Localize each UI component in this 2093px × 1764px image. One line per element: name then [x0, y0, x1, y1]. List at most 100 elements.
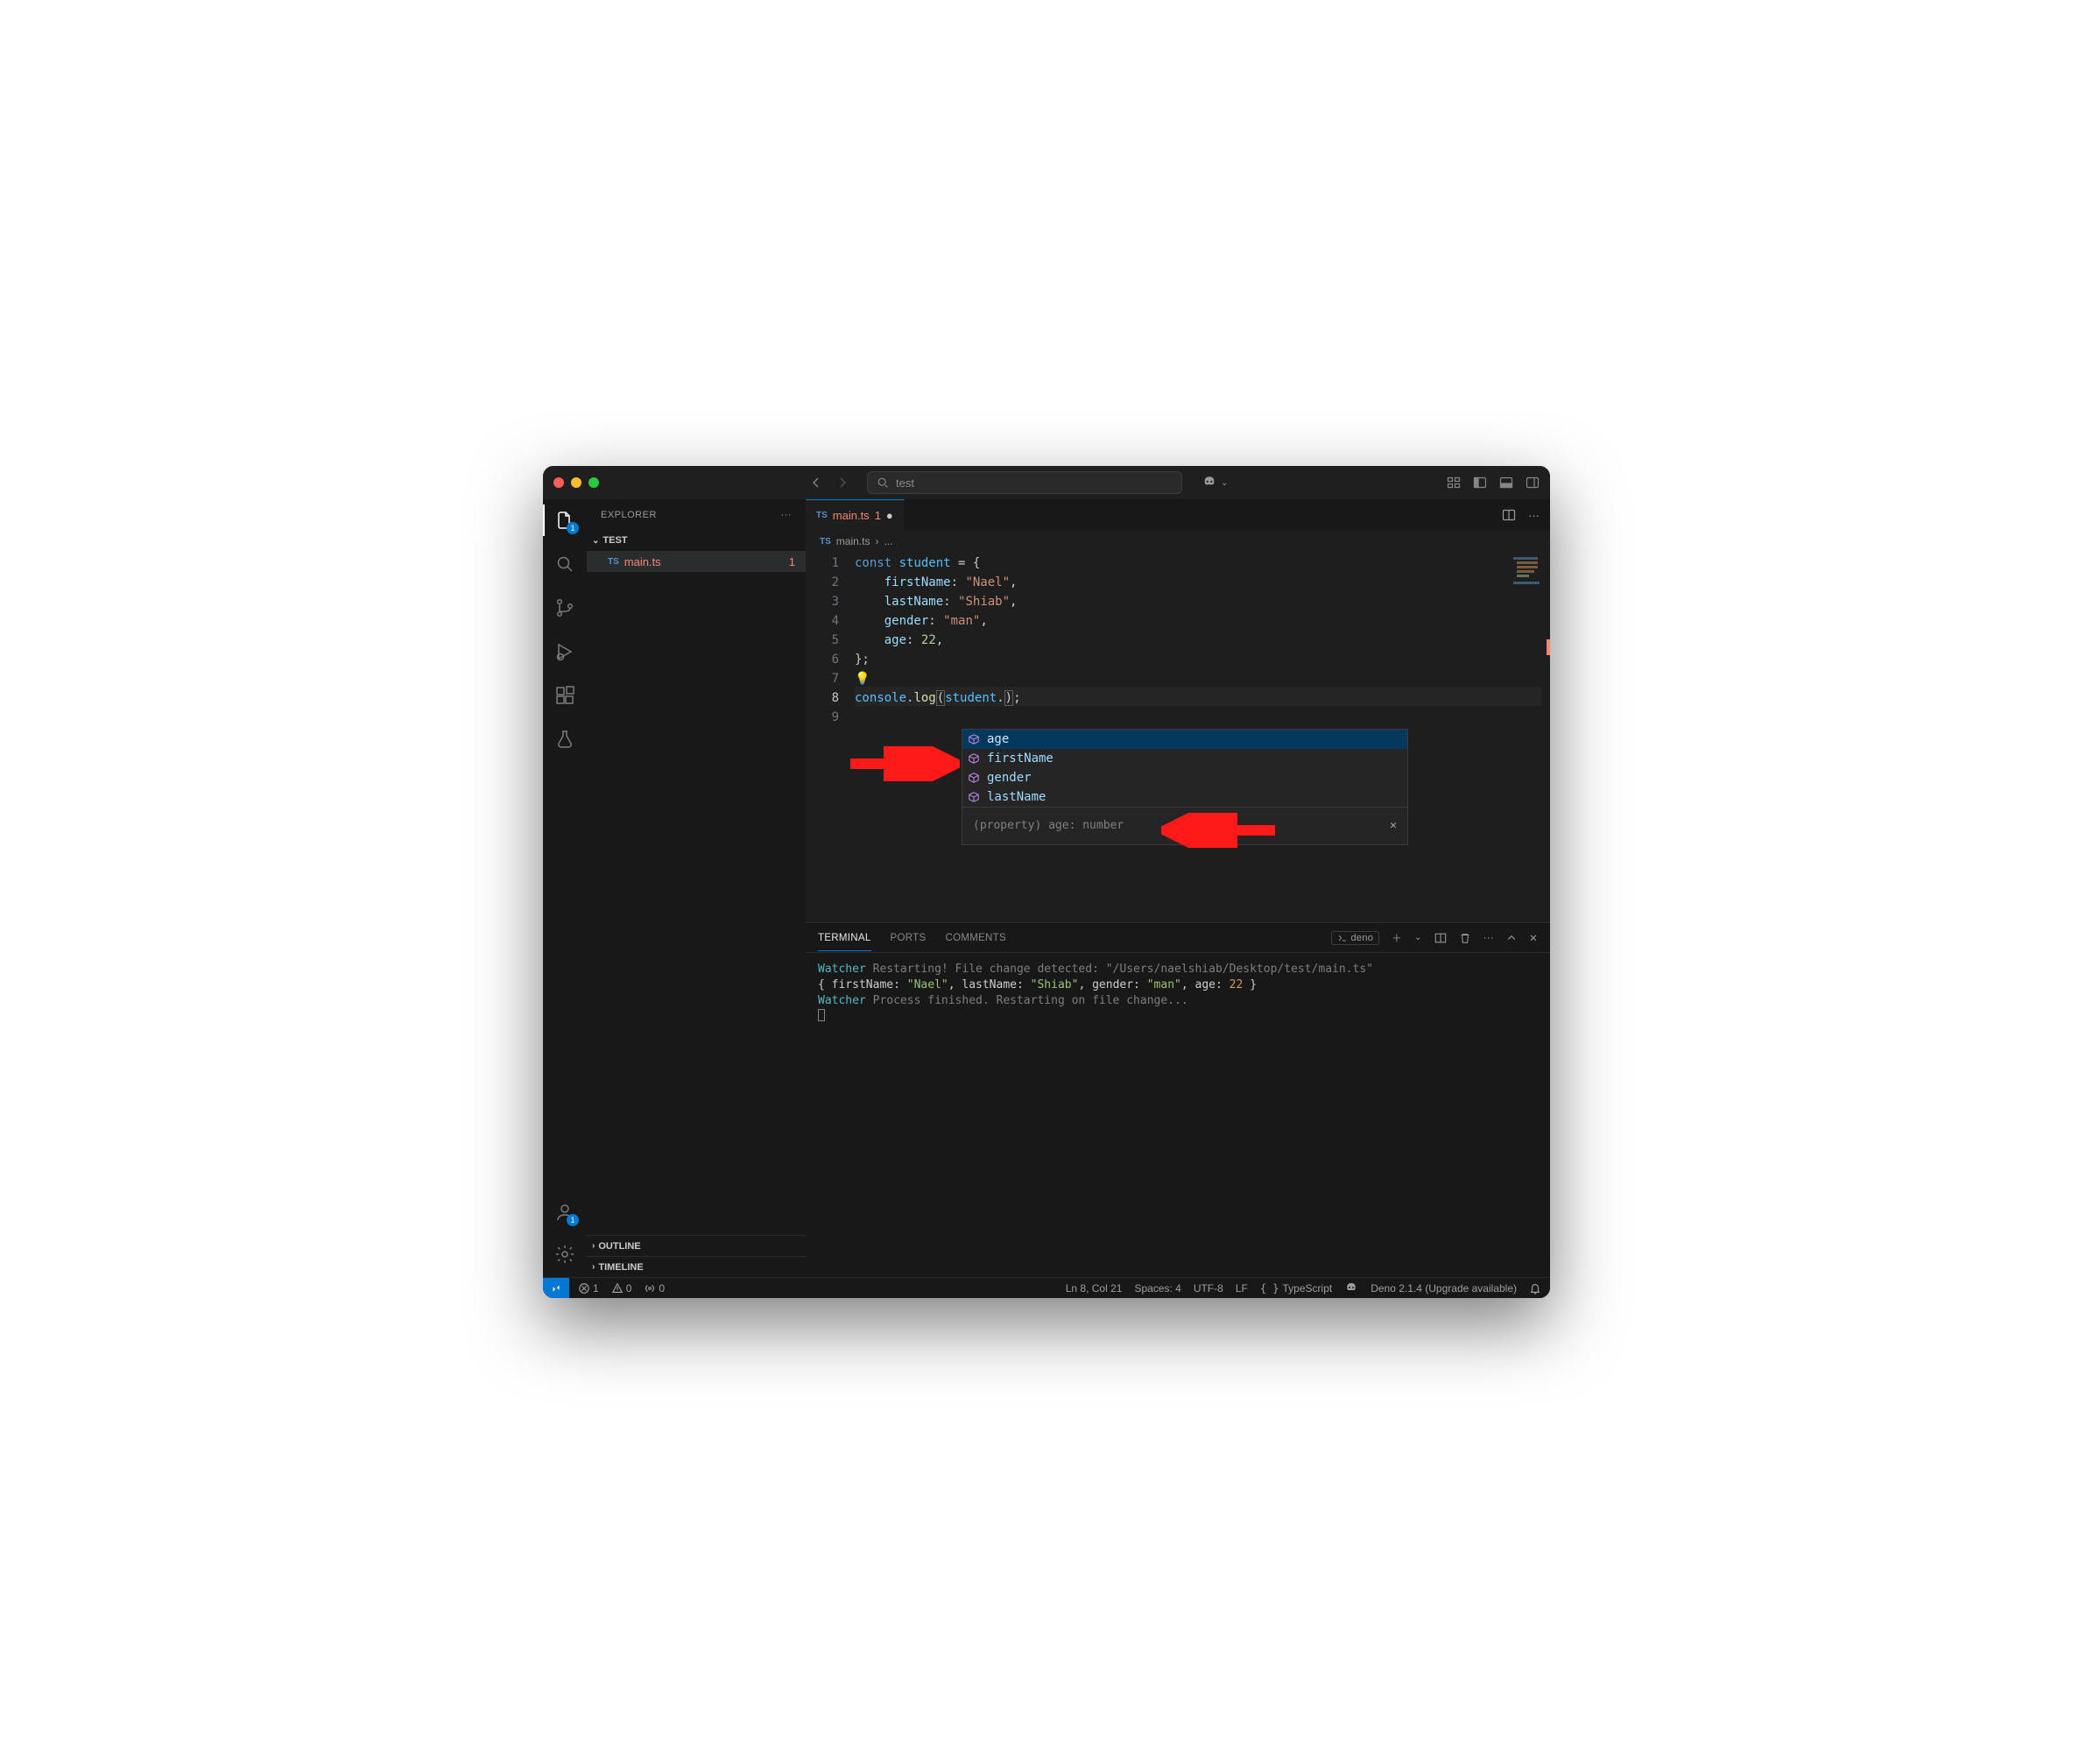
- lightbulb-icon[interactable]: 💡: [855, 672, 870, 686]
- toggle-secondary-sidebar-icon[interactable]: [1526, 476, 1540, 490]
- terminal-text: }: [1243, 978, 1257, 991]
- nav-back-icon[interactable]: [809, 476, 823, 490]
- status-ports[interactable]: 0: [644, 1282, 665, 1295]
- activity-accounts[interactable]: 1: [553, 1200, 577, 1224]
- terminal-text: Restarting! File change detected:: [873, 963, 1099, 976]
- activity-extensions[interactable]: [553, 683, 577, 708]
- field-icon: [968, 772, 980, 784]
- chevron-down-icon[interactable]: ⌄: [1414, 933, 1422, 942]
- tabs-actions: ···: [1502, 499, 1550, 531]
- code-token: lastName: [884, 595, 943, 609]
- code-area[interactable]: const student = { firstName: "Nael", las…: [855, 552, 1550, 922]
- file-row[interactable]: TS main.ts 1: [587, 551, 806, 572]
- activity-explorer[interactable]: 1: [553, 508, 577, 533]
- activity-testing[interactable]: [553, 727, 577, 751]
- suggest-item[interactable]: age: [962, 730, 1407, 749]
- code-token: "man": [943, 614, 980, 628]
- close-icon[interactable]: ✕: [1390, 816, 1397, 836]
- nav-arrows: [809, 476, 849, 490]
- split-terminal-icon[interactable]: [1434, 932, 1447, 944]
- suggest-item[interactable]: lastName: [962, 787, 1407, 807]
- suggest-item[interactable]: firstName: [962, 749, 1407, 768]
- copilot-button[interactable]: ⌄: [1202, 475, 1228, 490]
- code-token: gender: [884, 614, 929, 628]
- suggest-label: firstName: [987, 749, 1054, 768]
- line-number: 6: [806, 650, 839, 669]
- kill-terminal-icon[interactable]: [1459, 932, 1471, 944]
- maximize-panel-icon[interactable]: [1506, 933, 1517, 943]
- panel-actions: deno ＋ ⌄ ··· ✕: [1331, 931, 1539, 945]
- line-number: 2: [806, 573, 839, 592]
- status-eol[interactable]: LF: [1236, 1282, 1248, 1295]
- code-token: age: [884, 633, 906, 647]
- new-terminal-icon[interactable]: ＋: [1392, 931, 1402, 945]
- suggest-item[interactable]: gender: [962, 768, 1407, 787]
- panel-tabs: TERMINAL PORTS COMMENTS deno ＋ ⌄ ···: [806, 923, 1550, 953]
- terminal-cursor: [818, 1009, 825, 1021]
- nav-forward-icon[interactable]: [835, 476, 849, 490]
- activity-source-control[interactable]: [553, 596, 577, 620]
- minimap[interactable]: [1510, 555, 1545, 660]
- accounts-badge: 1: [567, 1214, 579, 1226]
- sidebar-header: EXPLORER ···: [587, 499, 806, 530]
- breadcrumb-more: ...: [884, 535, 892, 547]
- activity-run-debug[interactable]: [553, 639, 577, 664]
- timeline-section[interactable]: › TIMELINE: [587, 1256, 806, 1277]
- breadcrumbs[interactable]: TS main.ts › ...: [806, 531, 1550, 552]
- panel-tab-comments[interactable]: COMMENTS: [945, 933, 1005, 943]
- notifications-icon[interactable]: [1529, 1282, 1541, 1295]
- code-token: 22: [921, 633, 936, 647]
- editor-group: TS main.ts 1 ● ··· TS main.ts › ... 1: [806, 499, 1550, 1277]
- sidebar: EXPLORER ··· ⌄ TEST TS main.ts 1 › OUTLI…: [587, 499, 806, 1277]
- titlebar: test ⌄: [543, 466, 1550, 499]
- folder-header[interactable]: ⌄ TEST: [587, 530, 806, 551]
- status-language[interactable]: { } TypeScript: [1260, 1282, 1332, 1295]
- panel-tab-ports[interactable]: PORTS: [891, 933, 927, 943]
- status-deno[interactable]: Deno 2.1.4 (Upgrade available): [1371, 1282, 1517, 1295]
- terminal-output[interactable]: Watcher Restarting! File change detected…: [806, 953, 1550, 1277]
- line-number: 5: [806, 631, 839, 650]
- remote-indicator[interactable]: [543, 1278, 569, 1298]
- code-token: "Shiab": [958, 595, 1010, 609]
- status-lncol[interactable]: Ln 8, Col 21: [1066, 1282, 1123, 1295]
- toggle-panel-icon[interactable]: [1499, 476, 1513, 490]
- more-icon[interactable]: ···: [1483, 933, 1494, 943]
- tab-problems-count: 1: [875, 509, 881, 522]
- chevron-down-icon: ⌄: [592, 536, 599, 546]
- outline-section[interactable]: › OUTLINE: [587, 1235, 806, 1256]
- status-problems[interactable]: 1 0 0: [569, 1282, 673, 1295]
- activity-search[interactable]: [553, 552, 577, 576]
- dirty-indicator-icon: ●: [886, 509, 893, 522]
- command-center-text: test: [896, 476, 914, 490]
- folder-name: TEST: [603, 535, 627, 546]
- code-token: "Nael": [965, 575, 1010, 589]
- editor-body[interactable]: 1 2 3 4 5 6 7 8 9 const student = { firs…: [806, 552, 1550, 922]
- terminal-text: Process finished. Restarting on file cha…: [873, 994, 1188, 1007]
- more-actions-icon[interactable]: ···: [1528, 509, 1540, 522]
- window-controls: [553, 477, 599, 488]
- sidebar-more-icon[interactable]: ···: [781, 510, 793, 520]
- close-panel-icon[interactable]: ✕: [1529, 932, 1538, 944]
- terminal-text: 22: [1230, 978, 1244, 991]
- close-window-button[interactable]: [553, 477, 564, 488]
- terminal-profile-name: deno: [1351, 933, 1374, 943]
- activity-settings[interactable]: [553, 1242, 577, 1267]
- panel-tab-terminal[interactable]: TERMINAL: [818, 933, 871, 951]
- status-spaces[interactable]: Spaces: 4: [1134, 1282, 1180, 1295]
- panel: TERMINAL PORTS COMMENTS deno ＋ ⌄ ···: [806, 922, 1550, 1277]
- maximize-window-button[interactable]: [588, 477, 599, 488]
- toggle-primary-sidebar-icon[interactable]: [1473, 476, 1487, 490]
- layout-customize-icon[interactable]: [1447, 476, 1461, 490]
- split-editor-icon[interactable]: [1502, 508, 1516, 522]
- minimize-window-button[interactable]: [571, 477, 581, 488]
- copilot-status-icon[interactable]: [1344, 1281, 1358, 1295]
- suggest-label: gender: [987, 768, 1032, 787]
- tab-filename: main.ts: [833, 509, 870, 522]
- code-token: student: [899, 556, 951, 570]
- status-encoding[interactable]: UTF-8: [1194, 1282, 1223, 1295]
- terminal-profile[interactable]: deno: [1331, 931, 1380, 945]
- editor-tab[interactable]: TS main.ts 1 ●: [806, 499, 905, 531]
- command-center[interactable]: test: [867, 471, 1182, 494]
- code-token: firstName: [884, 575, 951, 589]
- activity-bar: 1 1: [543, 499, 587, 1277]
